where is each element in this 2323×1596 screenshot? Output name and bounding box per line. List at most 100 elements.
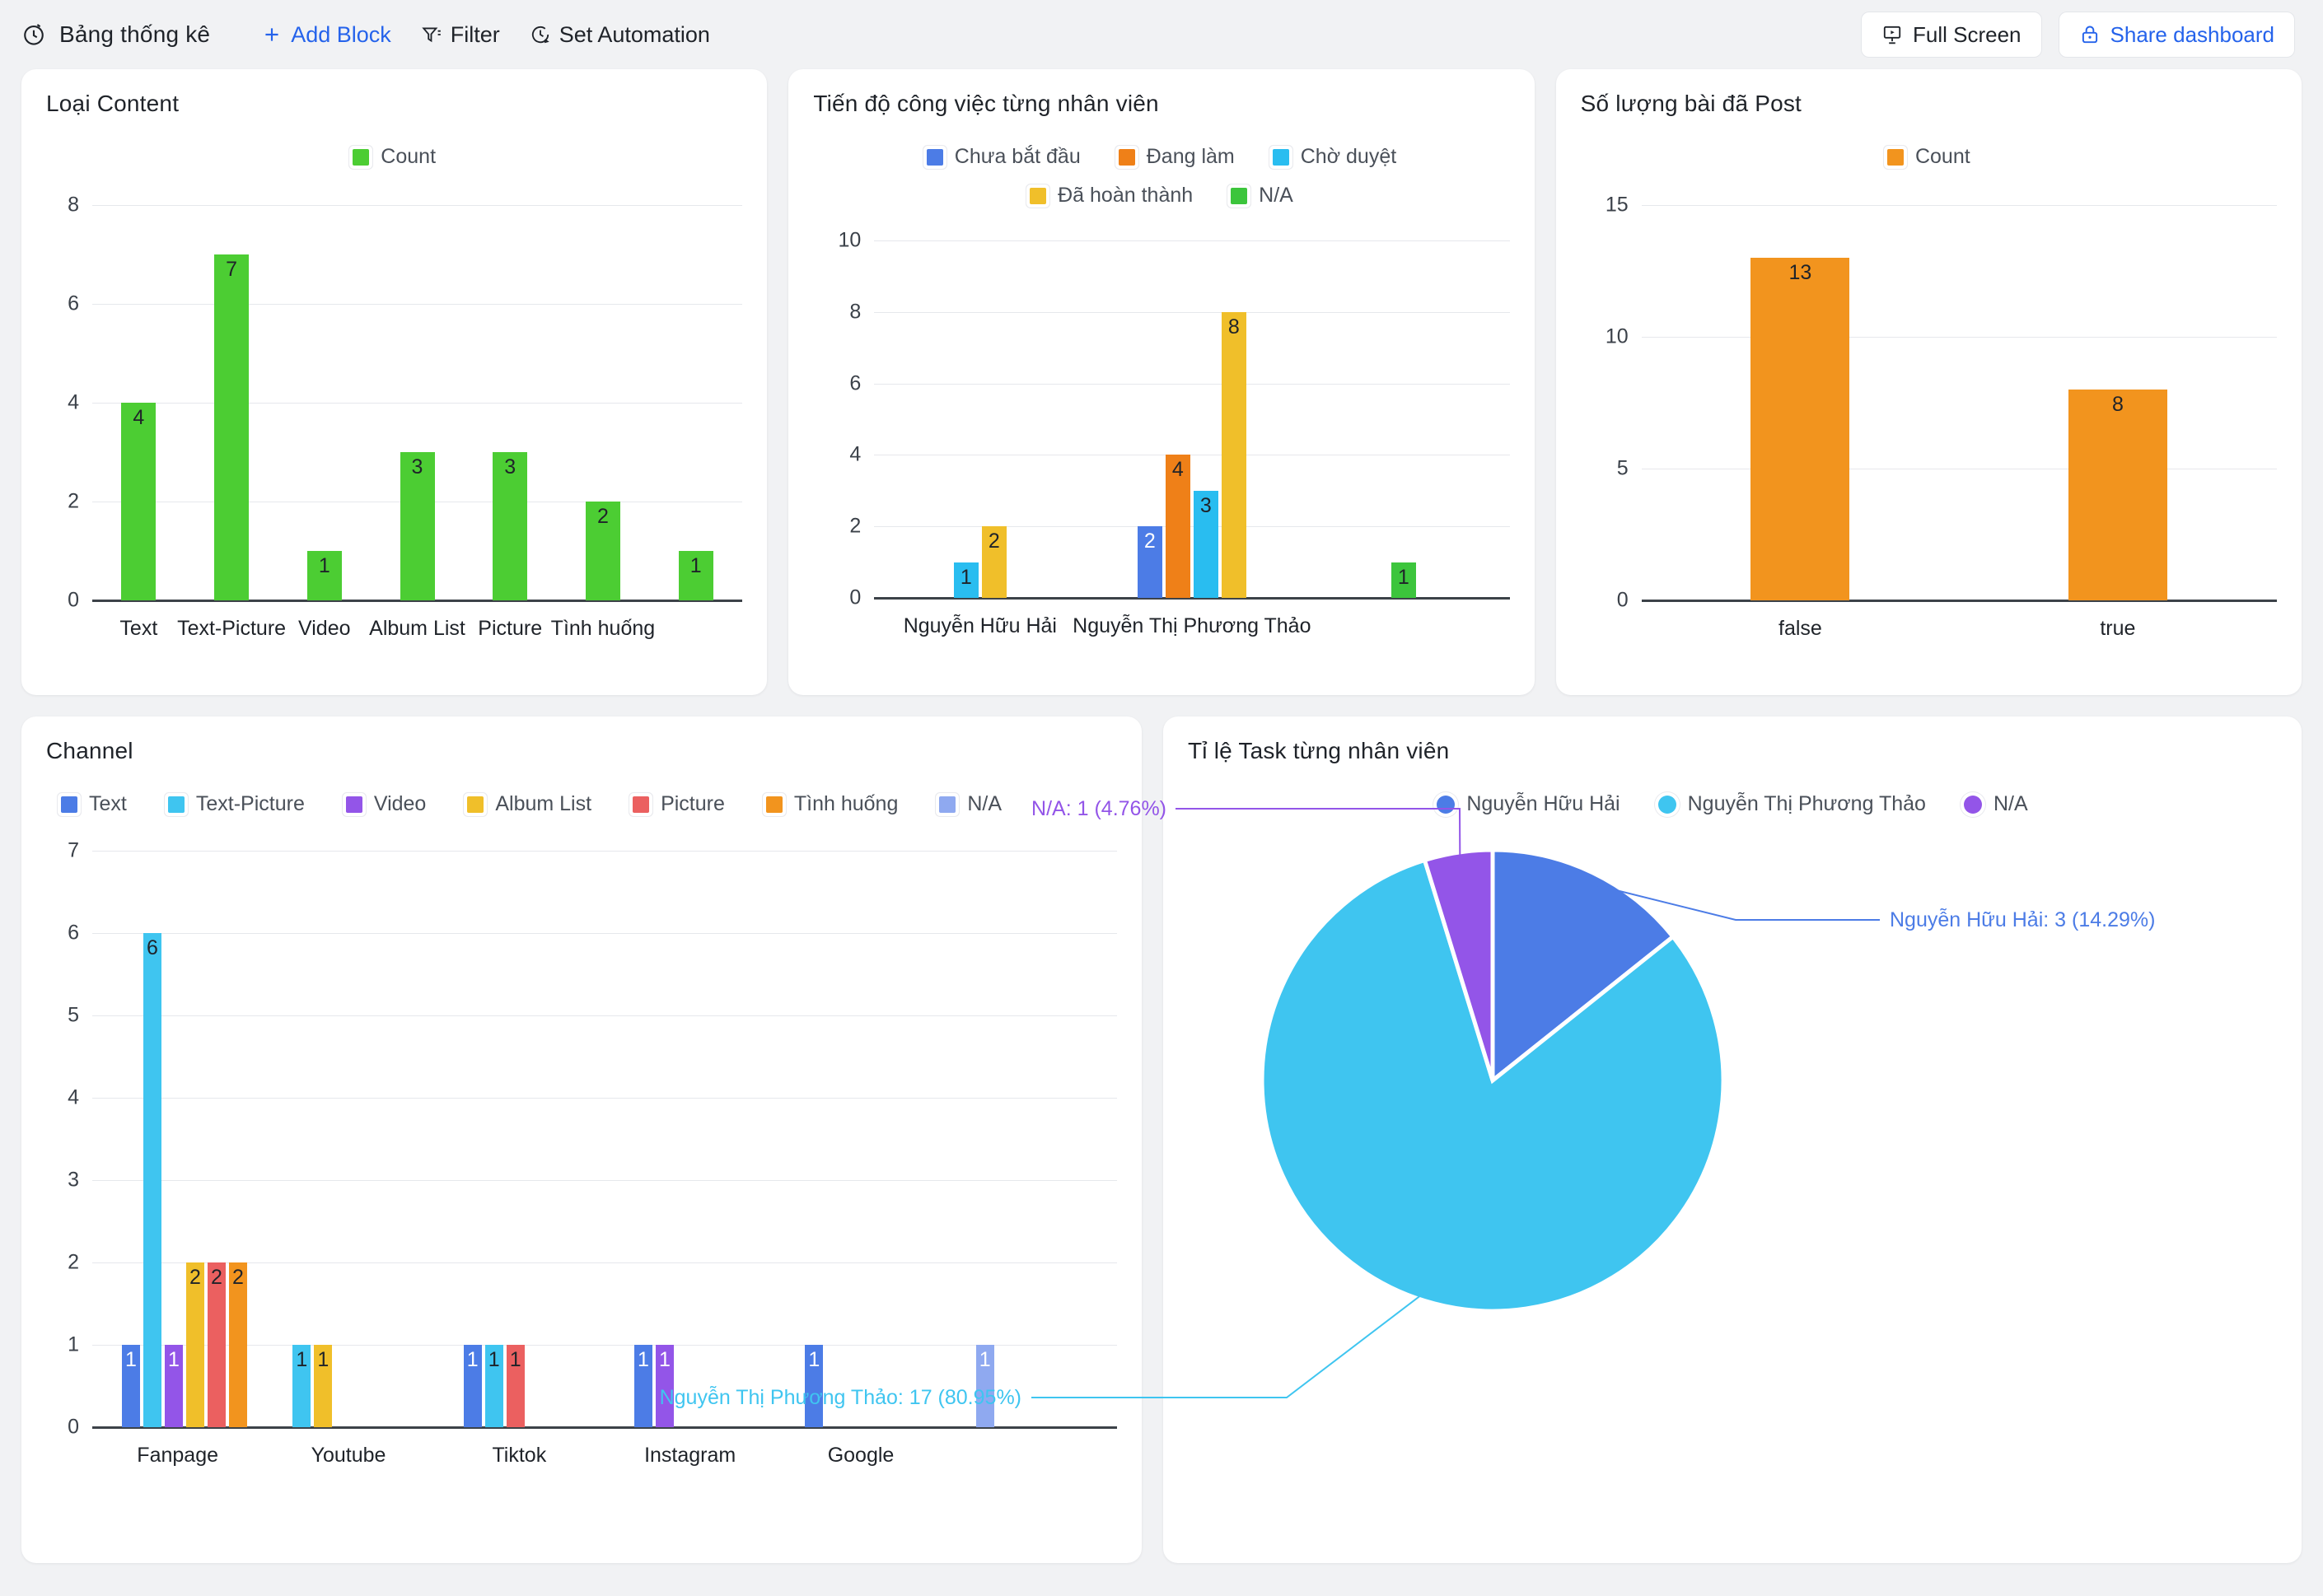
bar[interactable]: 1	[953, 562, 979, 598]
bar-value-label: 8	[2111, 393, 2124, 416]
bar[interactable]: 1	[306, 551, 342, 600]
x-axis-label: Tình huống	[550, 617, 656, 640]
bar[interactable]: 1	[122, 1345, 140, 1427]
bar[interactable]: 1	[463, 1345, 482, 1427]
pie-svg: Nguyễn Hữu Hải: 3 (14.29%) Nguyễn Thị Phư…	[660, 797, 2156, 1409]
legend-label: Nguyễn Hữu Hải	[1466, 792, 1620, 815]
bar[interactable]: 1	[634, 1345, 652, 1427]
pie-annotation-label: N/A: 1 (4.76%)	[1031, 797, 1166, 820]
y-axis-tick: 6	[68, 921, 79, 945]
legend-so-luong: Count	[1581, 145, 2277, 169]
legend-item-tien-do-cong-viec-1[interactable]: Đang làm	[1118, 145, 1235, 169]
legend-item-tien-do-cong-viec-2[interactable]: Chờ duyệt	[1272, 145, 1396, 169]
bar-value-label: 1	[317, 1348, 330, 1371]
bar-value-label: 1	[296, 1348, 308, 1371]
legend-item-tien-do-cong-viec-3[interactable]: Đã hoàn thành	[1030, 184, 1193, 208]
bar[interactable]: 2	[208, 1262, 226, 1427]
bar[interactable]: 2	[186, 1262, 204, 1427]
add-block-button[interactable]: Add Block	[261, 22, 391, 48]
plot-so-luong: 0 5 10 15 13 false 8 true	[1606, 194, 2277, 640]
bar[interactable]: 1	[506, 1345, 525, 1427]
bar[interactable]: 4	[121, 403, 157, 600]
share-dashboard-button[interactable]: Share dashboard	[2058, 12, 2295, 58]
legend-item-loai-content-0[interactable]: Count	[353, 145, 436, 169]
x-axis-label: Tiktok	[492, 1444, 547, 1467]
y-axis-tick: 4	[68, 1085, 79, 1109]
bar[interactable]: 2	[229, 1262, 247, 1427]
plot-tien-do: 0 2 4 6 8 10 1 2 Nguyễn Hữu Hải 2 4 3 8 Nguyễn Thị Ph…	[839, 229, 1510, 637]
legend-label: Tình huống	[793, 792, 899, 815]
card-tien-do-cong-viec: Tiến độ công việc từng nhân viên Chưa bắ…	[788, 69, 1535, 695]
bar-value-label: 1	[168, 1348, 180, 1371]
bar[interactable]: 8	[2068, 390, 2167, 600]
y-axis-tick: 1	[68, 1332, 79, 1356]
x-axis-label: Picture	[478, 617, 543, 640]
bar[interactable]: 8	[1221, 311, 1246, 598]
bar[interactable]: 3	[493, 452, 528, 600]
legend-item-channel-0[interactable]: Text	[61, 792, 127, 816]
bar-value-label: 1	[808, 1348, 820, 1371]
legend-swatch-icon	[926, 148, 943, 166]
clock-icon	[21, 22, 46, 47]
bar[interactable]: 2	[981, 526, 1007, 598]
gridline	[92, 304, 743, 305]
legend-item-channel-3[interactable]: Album List	[467, 792, 591, 816]
legend-label: Picture	[661, 792, 725, 815]
page-title: Bảng thống kê	[59, 21, 211, 47]
x-axis-label: Instagram	[644, 1444, 736, 1467]
bar[interactable]: 3	[1193, 490, 1218, 598]
bar[interactable]: 3	[400, 452, 435, 600]
card-ti-le-task: Tỉ lệ Task từng nhân viên Nguyễn Hữu Hải…	[660, 716, 2302, 1563]
bar[interactable]: 1	[1391, 562, 1416, 598]
y-axis-tick: 4	[68, 390, 79, 414]
legend-item-ti-le-task-2[interactable]: N/A	[1963, 792, 2028, 816]
bar[interactable]: 1	[314, 1345, 333, 1427]
filter-button[interactable]: Filter	[421, 22, 500, 48]
y-axis-tick: 2	[68, 1250, 79, 1274]
bar[interactable]: 1	[165, 1345, 183, 1427]
add-block-label: Add Block	[291, 21, 391, 47]
bar[interactable]: 4	[1165, 455, 1190, 598]
bar-value-label: 1	[1397, 565, 1409, 589]
legend-item-ti-le-task-1[interactable]: Nguyễn Thị Phương Thảo	[1657, 792, 1926, 816]
gridline	[92, 1098, 1117, 1099]
plot-channel: 0 1 2 3 4 5 6 7 1 6 1 2 2 2 Fanpage 1 1 Youtube 1 1 1 Tiktok 1…	[68, 839, 1117, 1467]
bar[interactable]: 2	[1137, 526, 1162, 598]
y-axis-tick: 0	[68, 588, 79, 612]
legend-item-tien-do-cong-viec-0[interactable]: Chưa bắt đầu	[926, 145, 1081, 169]
bar-value-label: 2	[232, 1266, 244, 1289]
legend-item-channel-1[interactable]: Text-Picture	[167, 792, 305, 816]
bar[interactable]: 2	[585, 502, 620, 600]
y-axis-tick: 10	[838, 228, 862, 252]
legend-item-so-luong-bai-da-post-0[interactable]: Count	[1886, 145, 1970, 169]
legend-item-channel-6[interactable]: N/A	[939, 792, 1002, 816]
bar[interactable]: 1	[484, 1345, 503, 1427]
bar[interactable]: 1	[678, 551, 713, 600]
bar[interactable]: 1	[292, 1345, 311, 1427]
full-screen-button[interactable]: Full Screen	[1861, 12, 2042, 58]
bar[interactable]: 6	[143, 933, 161, 1427]
bar-value-label: 8	[1227, 315, 1240, 338]
bar-value-label: 1	[638, 1348, 649, 1371]
dashboard-toolbar: Bảng thống kê Add Block Filter Set Autom…	[0, 0, 2323, 69]
x-axis-label: Youtube	[311, 1444, 386, 1467]
full-screen-label: Full Screen	[1913, 21, 2022, 47]
legend-item-channel-4[interactable]: Picture	[633, 792, 725, 816]
bar-value-label: 1	[125, 1348, 137, 1371]
filter-label: Filter	[450, 21, 500, 47]
y-axis-tick: 4	[849, 442, 862, 466]
legend-ti-le-task: Nguyễn Hữu Hải Nguyễn Thị Phương Thảo N/A	[1188, 792, 2277, 816]
bar-value-label: 1	[659, 1348, 671, 1371]
set-automation-button[interactable]: Set Automation	[530, 22, 710, 48]
bar[interactable]: 13	[1750, 258, 1850, 600]
legend-label: Album List	[495, 792, 592, 815]
gridline	[1641, 205, 2277, 206]
legend-item-ti-le-task-0[interactable]: Nguyễn Hữu Hải	[1437, 792, 1620, 816]
legend-item-tien-do-cong-viec-4[interactable]: N/A	[1231, 184, 1293, 208]
bar[interactable]: 7	[214, 254, 250, 600]
y-axis-tick: 8	[68, 193, 79, 217]
x-axis-label: Nguyễn Thị Phương Thảo	[1073, 614, 1311, 637]
legend-item-channel-2[interactable]: Video	[345, 792, 426, 816]
x-axis-label: Nguyễn Hữu Hải	[903, 614, 1057, 637]
legend-item-channel-5[interactable]: Tình huống	[765, 792, 899, 816]
